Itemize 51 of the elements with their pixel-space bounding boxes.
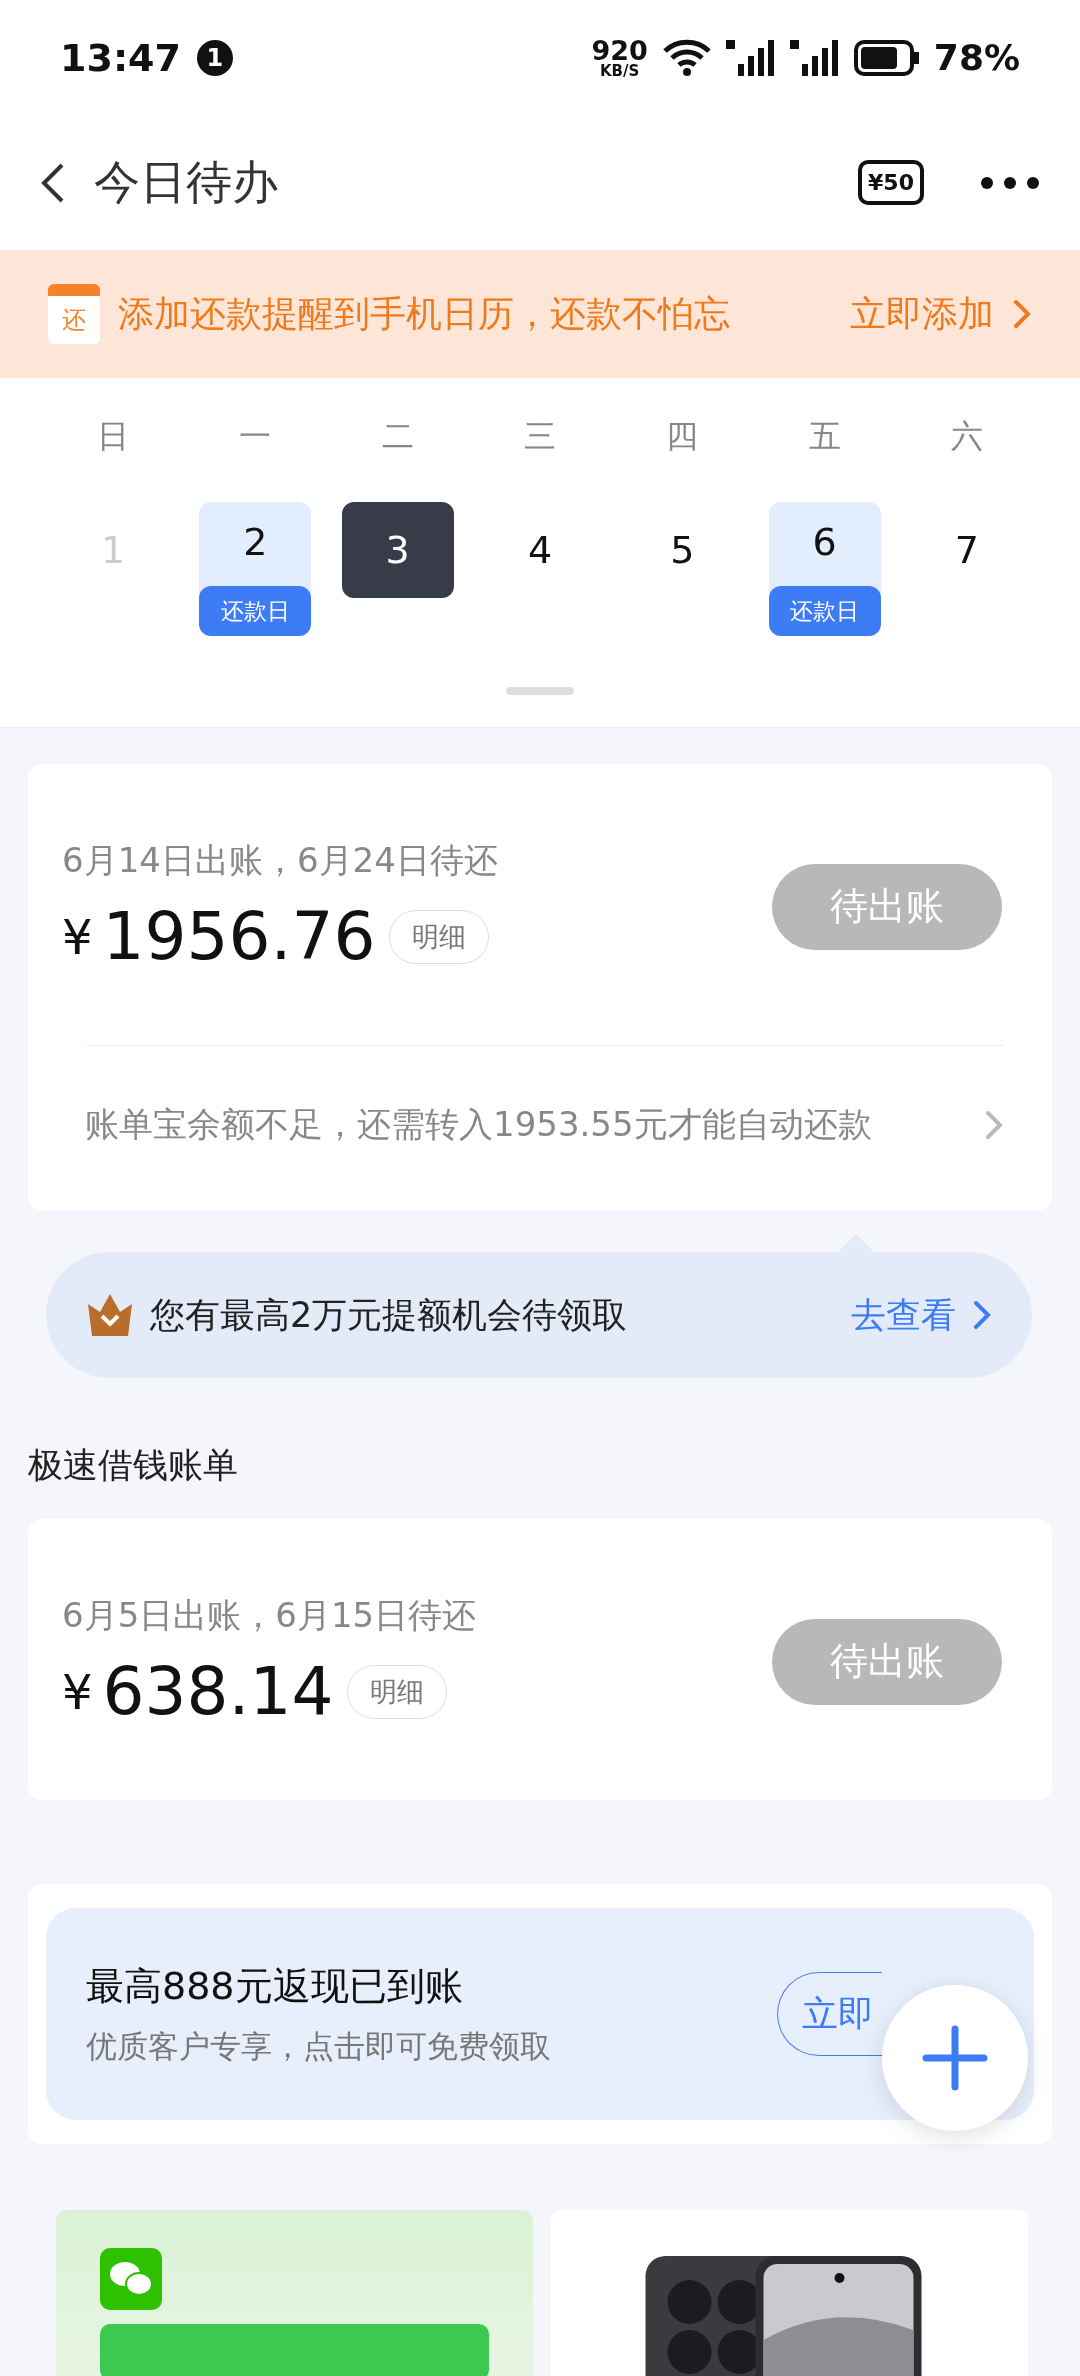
view-link[interactable]: 去查看: [851, 1291, 956, 1339]
bill-dates: 6月14日出账，6月24日待还: [62, 839, 498, 882]
crown-icon: [86, 1292, 134, 1338]
section-title: 极速借钱账单: [28, 1444, 239, 1487]
status-time: 13:47: [60, 35, 181, 80]
weekday-label: 三: [524, 416, 556, 457]
bill-dates: 6月5日出账，6月15日待还: [62, 1594, 477, 1637]
currency-symbol: ¥: [62, 1663, 93, 1720]
calendar-day[interactable]: 2 还款日: [199, 502, 312, 636]
bill-amount: 1956.76: [102, 898, 376, 975]
due-day-tag: 还款日: [199, 586, 312, 636]
weekday-label: 六: [950, 416, 983, 457]
weekday-label: 日: [97, 416, 130, 457]
battery-percent: 78%: [933, 37, 1020, 78]
calendar-day[interactable]: 6 还款日: [768, 502, 881, 636]
chevron-right-icon: [972, 1299, 992, 1331]
calendar-day[interactable]: 5: [626, 502, 739, 598]
credit-tip-text: 您有最高2万元提额机会待领取: [150, 1293, 629, 1337]
signal-icon: [725, 37, 776, 78]
due-day-tag: 还款日: [768, 586, 881, 636]
chevron-right-icon: [1012, 298, 1032, 330]
calendar-day[interactable]: 3: [341, 502, 454, 598]
wifi-icon: [661, 38, 712, 77]
currency-symbol: ¥: [62, 908, 93, 965]
drag-handle[interactable]: [506, 687, 574, 695]
chat-icon: [100, 2248, 162, 2310]
cashback-subtitle: 优质客户专享，点击即可免费领取: [86, 2026, 551, 2066]
promo-card[interactable]: [56, 2210, 533, 2376]
weekday-label: 二: [381, 416, 414, 457]
battery-icon: [853, 39, 920, 76]
weekday-label: 五: [808, 416, 841, 457]
more-icon[interactable]: [980, 175, 1040, 190]
bill-amount: 638.14: [102, 1653, 334, 1730]
coupon-button[interactable]: ¥50: [858, 160, 924, 205]
calendar-day[interactable]: 7: [910, 502, 1023, 598]
calendar-day[interactable]: 4: [484, 502, 596, 598]
reminder-banner[interactable]: 还 添加还款提醒到手机日历，还款不怕忘 立即添加: [0, 250, 1080, 378]
reminder-text: 添加还款提醒到手机日历，还款不怕忘: [118, 291, 731, 336]
add-link[interactable]: 立即添加: [850, 289, 994, 339]
network-speed: 920 KB/S: [591, 36, 648, 79]
signal-icon: [789, 37, 840, 78]
notification-badge: 1: [196, 39, 233, 76]
plus-icon: [922, 2025, 988, 2091]
calendar-icon: 还: [48, 284, 100, 344]
weekday-label: 四: [666, 416, 699, 457]
weekday-label: 一: [239, 416, 272, 457]
page-title: 今日待办: [94, 153, 279, 211]
credit-tip-banner[interactable]: 您有最高2万元提额机会待领取 去查看: [46, 1252, 1032, 1378]
cashback-title: 最高888元返现已到账: [86, 1962, 464, 2010]
chevron-right-icon: [984, 1109, 1004, 1141]
auto-repay-notice: 账单宝余额不足，还需转入1953.55元才能自动还款: [85, 1103, 872, 1146]
